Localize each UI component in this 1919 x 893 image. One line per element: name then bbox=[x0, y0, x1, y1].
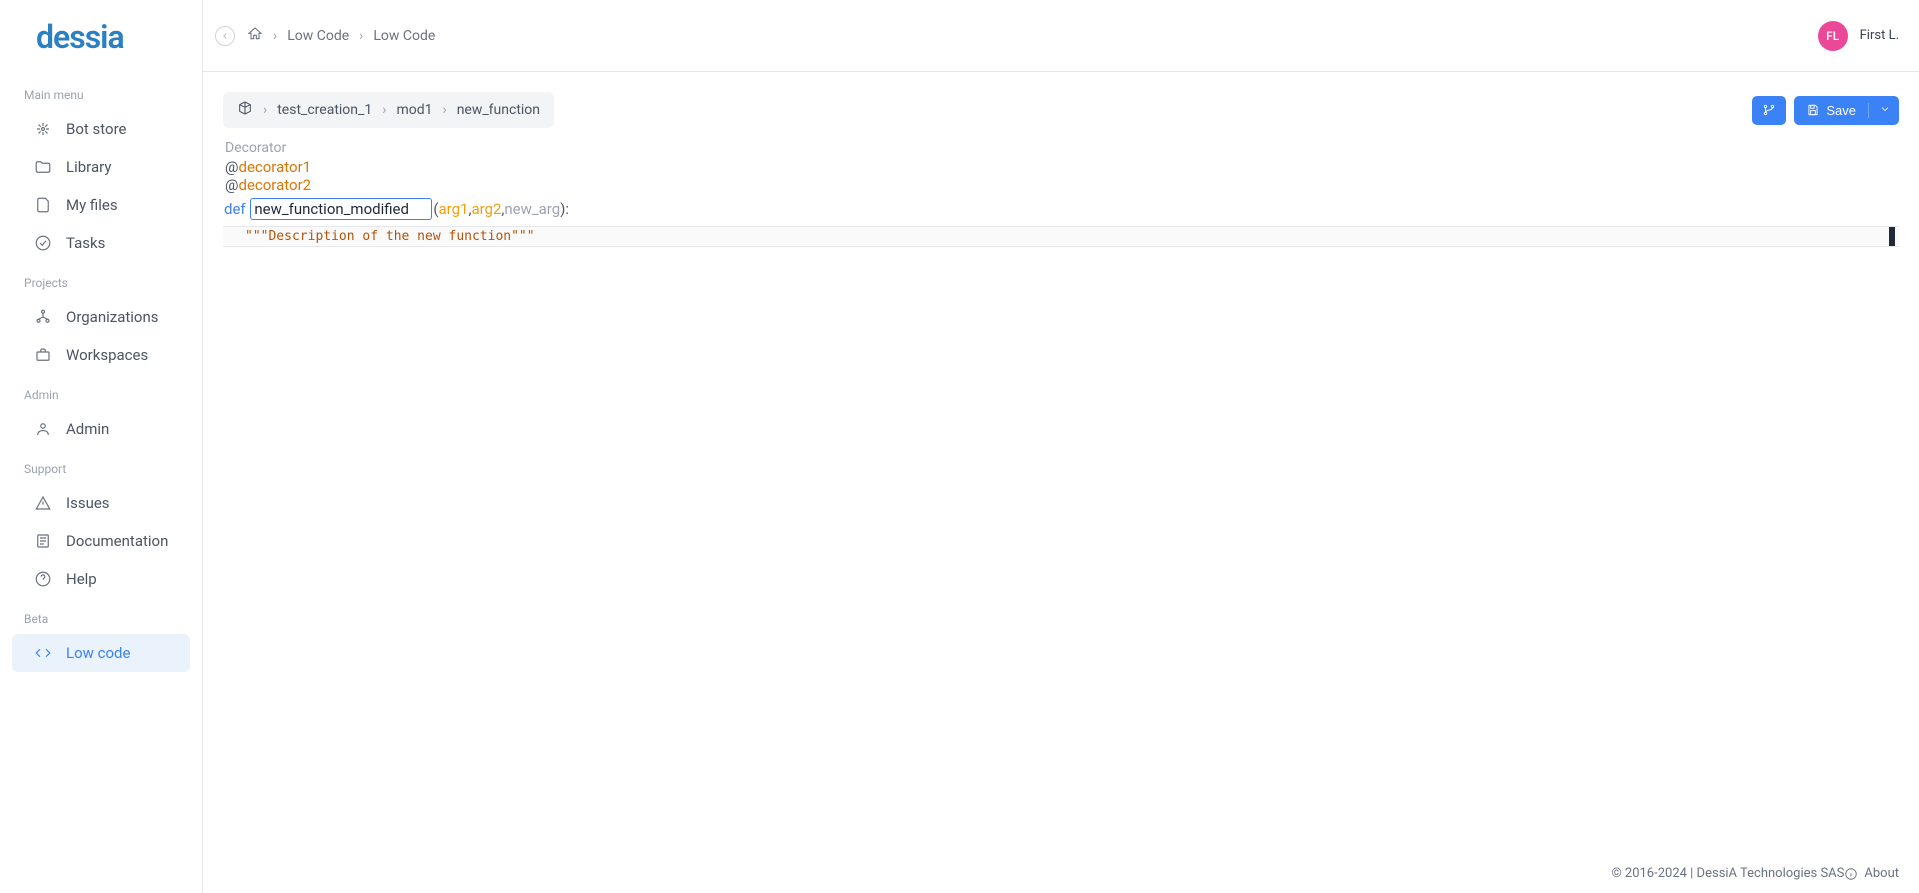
sidebar-item-issues[interactable]: Issues bbox=[0, 484, 202, 522]
branch-button[interactable] bbox=[1752, 96, 1786, 125]
content: › test_creation_1 › mod1 › new_function … bbox=[203, 72, 1919, 854]
arg[interactable]: new_arg bbox=[504, 200, 560, 218]
sidebar-item-library[interactable]: Library bbox=[0, 148, 202, 186]
chevron-right-icon: › bbox=[359, 28, 363, 44]
code-icon bbox=[34, 644, 52, 662]
editor: Decorator @decorator1 @decorator2 def ( … bbox=[223, 140, 1899, 854]
arg[interactable]: arg2 bbox=[471, 200, 501, 218]
decorator-line: @decorator1 bbox=[225, 158, 1899, 176]
chevron-right-icon: › bbox=[442, 102, 446, 118]
sidebar-item-label: Bot store bbox=[66, 120, 126, 138]
sidebar-item-low-code[interactable]: Low code bbox=[12, 634, 190, 672]
save-label: Save bbox=[1826, 103, 1856, 118]
about-link[interactable]: About bbox=[1844, 866, 1899, 881]
breadcrumb: › Low Code › Low Code bbox=[247, 26, 435, 46]
decorator-label: Decorator bbox=[225, 140, 1899, 156]
chevron-left-icon bbox=[220, 31, 230, 41]
sidebar-item-admin[interactable]: Admin bbox=[0, 410, 202, 448]
sidebar-item-label: Admin bbox=[66, 420, 109, 438]
avatar[interactable]: FL bbox=[1818, 21, 1848, 51]
sidebar-item-help[interactable]: Help bbox=[0, 560, 202, 598]
sidebar-item-label: My files bbox=[66, 196, 118, 214]
sidebar-item-documentation[interactable]: Documentation bbox=[0, 522, 202, 560]
docstring[interactable]: """Description of the new function""" bbox=[223, 226, 1899, 247]
check-circle-icon bbox=[34, 234, 52, 252]
arg[interactable]: arg1 bbox=[439, 200, 469, 218]
sidebar-item-label: Low code bbox=[66, 644, 130, 662]
breadcrumb-item[interactable]: Low Code bbox=[373, 28, 435, 44]
section-beta: Beta bbox=[0, 598, 202, 634]
function-name-input[interactable] bbox=[250, 198, 432, 220]
breadcrumb-item[interactable]: new_function bbox=[457, 102, 540, 118]
content-breadcrumb: › test_creation_1 › mod1 › new_function bbox=[223, 92, 554, 128]
package-icon bbox=[237, 100, 253, 120]
sidebar-item-label: Workspaces bbox=[66, 346, 148, 364]
breadcrumb-item[interactable]: mod1 bbox=[396, 102, 432, 118]
decorator-line: @decorator2 bbox=[225, 176, 1899, 194]
sidebar-item-bot-store[interactable]: Bot store bbox=[0, 110, 202, 148]
section-admin: Admin bbox=[0, 374, 202, 410]
copyright: © 2016-2024 | DessiA Technologies SAS bbox=[1611, 866, 1844, 881]
logo-text: dessia bbox=[36, 18, 124, 56]
main: › Low Code › Low Code FL First L. › test… bbox=[203, 0, 1919, 893]
sidebar-item-workspaces[interactable]: Workspaces bbox=[0, 336, 202, 374]
info-icon bbox=[1844, 867, 1858, 881]
section-support: Support bbox=[0, 448, 202, 484]
chevron-right-icon: › bbox=[273, 28, 277, 44]
breadcrumb-item[interactable]: Low Code bbox=[287, 28, 349, 44]
chevron-right-icon: › bbox=[263, 102, 267, 118]
help-icon bbox=[34, 570, 52, 588]
home-icon[interactable] bbox=[247, 26, 263, 46]
sidebar-item-tasks[interactable]: Tasks bbox=[0, 224, 202, 262]
sidebar-item-label: Tasks bbox=[66, 234, 105, 252]
warning-icon bbox=[34, 494, 52, 512]
section-main-menu: Main menu bbox=[0, 74, 202, 110]
sidebar-item-label: Organizations bbox=[66, 308, 159, 326]
chevron-right-icon: › bbox=[382, 102, 386, 118]
sidebar-item-label: Documentation bbox=[66, 532, 168, 550]
folder-icon bbox=[34, 158, 52, 176]
org-icon bbox=[34, 308, 52, 326]
sidebar-item-label: Issues bbox=[66, 494, 110, 512]
logo: dessia bbox=[0, 18, 202, 74]
sidebar-item-my-files[interactable]: My files bbox=[0, 186, 202, 224]
file-icon bbox=[34, 196, 52, 214]
save-button[interactable]: Save bbox=[1794, 96, 1899, 125]
username: First L. bbox=[1860, 28, 1899, 43]
breadcrumb-item[interactable]: test_creation_1 bbox=[277, 102, 372, 118]
doc-icon bbox=[34, 532, 52, 550]
footer: © 2016-2024 | DessiA Technologies SAS Ab… bbox=[203, 854, 1919, 893]
sidebar: dessia Main menu Bot store Library My fi… bbox=[0, 0, 203, 893]
admin-icon bbox=[34, 420, 52, 438]
section-projects: Projects bbox=[0, 262, 202, 298]
bot-store-icon bbox=[34, 120, 52, 138]
branch-icon bbox=[1762, 103, 1776, 117]
chevron-down-icon[interactable] bbox=[1868, 103, 1891, 118]
sidebar-item-organizations[interactable]: Organizations bbox=[0, 298, 202, 336]
save-icon bbox=[1806, 103, 1820, 117]
def-keyword: def bbox=[224, 200, 246, 218]
function-definition: def ( arg1, arg2, new_arg ): bbox=[224, 198, 1899, 220]
sidebar-item-label: Library bbox=[66, 158, 111, 176]
briefcase-icon bbox=[34, 346, 52, 364]
collapse-sidebar-button[interactable] bbox=[215, 26, 235, 46]
topbar: › Low Code › Low Code FL First L. bbox=[203, 0, 1919, 72]
sidebar-item-label: Help bbox=[66, 570, 97, 588]
